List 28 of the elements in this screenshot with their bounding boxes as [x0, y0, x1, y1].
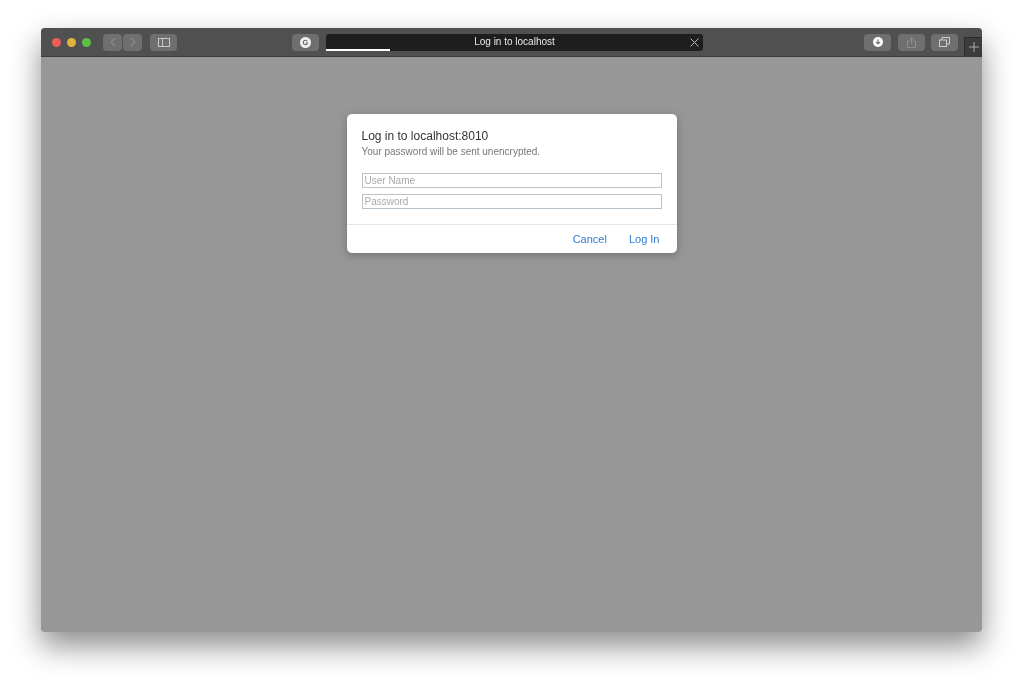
tabs-button[interactable]: [931, 33, 958, 51]
username-field[interactable]: User Name: [361, 173, 662, 188]
password-field[interactable]: Password: [361, 194, 662, 209]
g-circle-icon: [300, 36, 311, 48]
cancel-button[interactable]: Cancel: [572, 230, 607, 248]
address-bar[interactable]: Log in to localhost: [326, 33, 703, 51]
download-icon: [872, 37, 883, 47]
chevron-right-icon: [129, 37, 136, 47]
close-window-icon[interactable]: [52, 37, 61, 47]
share-button[interactable]: [898, 33, 925, 51]
sidebar-button[interactable]: [150, 33, 177, 51]
stop-loading-icon[interactable]: [690, 37, 699, 47]
downloads-button[interactable]: [864, 33, 891, 51]
login-button[interactable]: Log In: [628, 230, 660, 248]
minimize-window-icon[interactable]: [67, 37, 76, 47]
extension-button[interactable]: [292, 33, 319, 51]
plus-icon: [968, 42, 979, 52]
sidebar-icon: [157, 37, 170, 47]
dialog-message: Your password will be sent unencrypted.: [361, 145, 542, 159]
back-button[interactable]: [103, 33, 122, 51]
zoom-window-icon[interactable]: [82, 37, 91, 47]
dialog-title: Log in to localhost:8010: [361, 129, 490, 144]
tabs-icon: [939, 37, 950, 47]
page-title: Log in to localhost: [474, 37, 555, 47]
chevron-left-icon: [109, 37, 116, 47]
share-icon: [907, 36, 916, 48]
forward-button[interactable]: [123, 33, 142, 51]
new-tab-button[interactable]: [964, 37, 982, 56]
